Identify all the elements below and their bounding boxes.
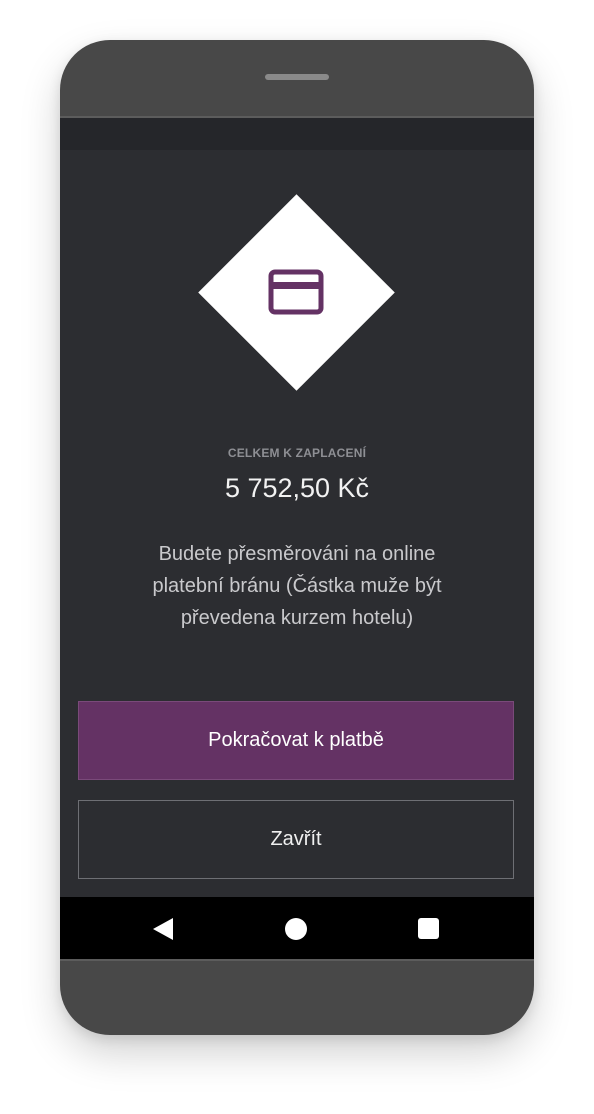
home-circle-icon[interactable]: [285, 918, 307, 940]
app-screen: CELKEM K ZAPLACENÍ 5 752,50 Kč Budete př…: [60, 116, 534, 961]
phone-frame: CELKEM K ZAPLACENÍ 5 752,50 Kč Budete př…: [60, 40, 534, 1035]
redirect-note: Budete přesměrováni na online platební b…: [152, 543, 442, 629]
bottom-bezel-divider: [60, 959, 534, 961]
total-amount: 5 752,50 Kč: [224, 473, 370, 503]
continue-to-payment-button[interactable]: Pokračovat k platbě: [78, 701, 514, 780]
recents-square-icon[interactable]: [418, 918, 439, 939]
system-navigation-bar: [60, 897, 534, 961]
credit-card-icon: [268, 269, 324, 315]
total-label: CELKEM K ZAPLACENÍ: [227, 446, 367, 460]
status-bar: [60, 118, 534, 150]
phone-speaker: [265, 74, 329, 80]
close-button[interactable]: Zavřít: [78, 800, 514, 879]
back-triangle-icon[interactable]: [152, 917, 174, 941]
